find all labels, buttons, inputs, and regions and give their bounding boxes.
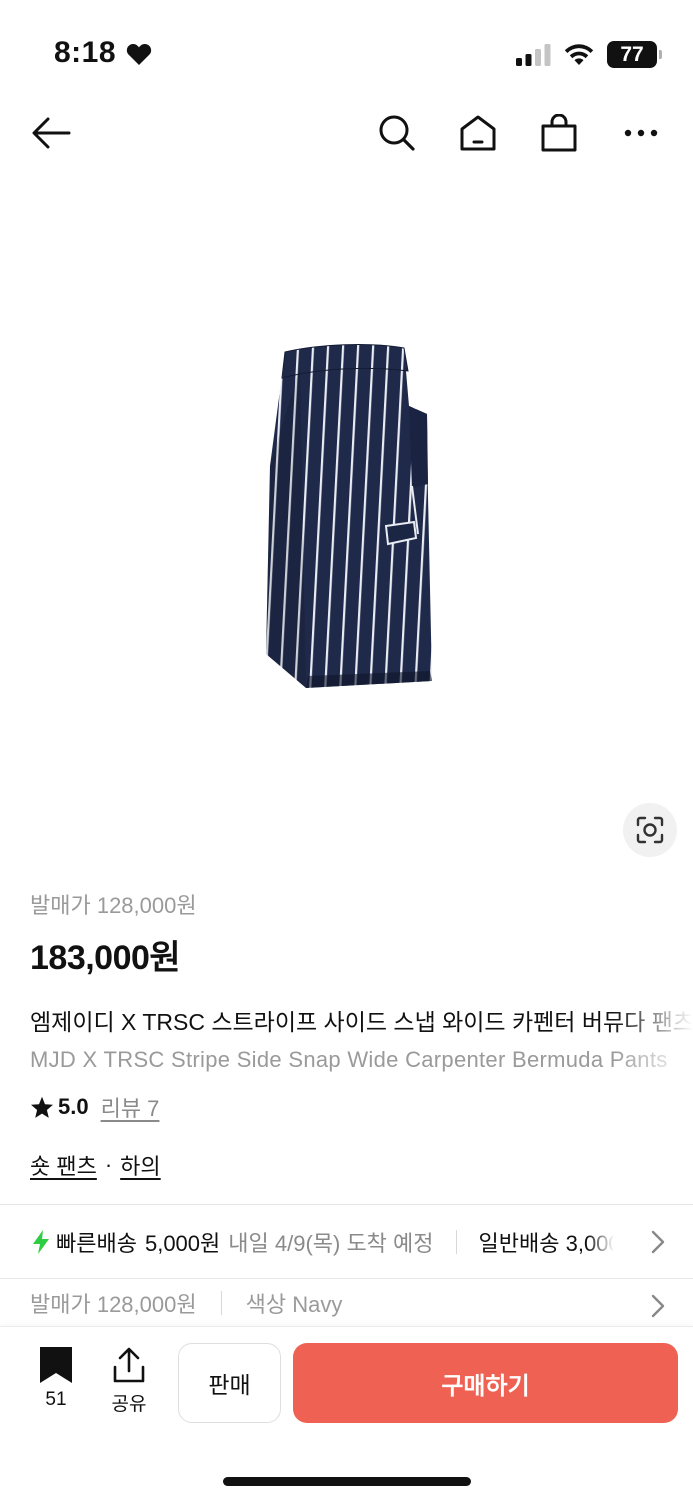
wifi-icon (563, 42, 595, 71)
normal-shipping-label: 일반배송 3,000원 (478, 1231, 614, 1256)
product-image[interactable] (0, 166, 693, 876)
bookmark-button[interactable]: 51 (28, 1347, 84, 1411)
bookmark-count: 51 (45, 1389, 67, 1410)
lightning-icon (32, 1230, 50, 1254)
fast-shipping-eta: 내일 4/9(목) 도착 예정 (228, 1231, 434, 1256)
battery-icon: 77 (607, 41, 662, 68)
product-name-ko: 엠제이디 X TRSC 스트라이프 사이드 스냅 와이드 카펜터 버뮤다 팬츠 (30, 1009, 693, 1035)
sell-button[interactable]: 판매 (178, 1343, 281, 1423)
category-separator: · (104, 1152, 113, 1177)
shipping-separator (455, 1230, 457, 1254)
home-indicator (223, 1477, 471, 1486)
category-breadcrumb: 숏 팬츠 · 하의 (30, 1149, 693, 1181)
rating-row: 5.0 리뷰 7 (30, 1091, 693, 1123)
divider (0, 1204, 693, 1205)
product-info: 발매가 128,000원 183,000원 엠제이디 X TRSC 스트라이프 … (30, 888, 693, 1181)
divider (0, 1278, 693, 1279)
current-price: 183,000원 (30, 939, 181, 977)
status-bar: 8:18 77 (0, 0, 693, 100)
option-color: 색상 Navy (245, 1292, 343, 1317)
search-icon[interactable] (376, 112, 418, 154)
shipping-row[interactable]: 빠른배송 5,000원 내일 4/9(목) 도착 예정 일반배송 3,000원 (0, 1206, 693, 1278)
product-name-en: MJD X TRSC Stripe Side Snap Wide Carpent… (30, 1047, 668, 1072)
bookmark-icon (40, 1347, 72, 1383)
battery-level: 77 (620, 42, 644, 66)
option-release-price: 발매가 128,000원 (30, 1292, 197, 1317)
share-button[interactable]: 공유 (101, 1347, 157, 1416)
status-time: 8:18 (54, 36, 117, 69)
more-icon[interactable] (620, 112, 662, 154)
bottom-action-bar: 51 공유 판매 구매하기 (0, 1326, 693, 1500)
chevron-right-icon (651, 1230, 665, 1260)
cellular-signal-icon (516, 44, 552, 71)
home-icon[interactable] (457, 112, 499, 154)
share-label: 공유 (111, 1394, 147, 1415)
back-arrow-icon[interactable] (30, 112, 72, 154)
product-image-graphic (266, 344, 432, 688)
fast-shipping-price: 5,000원 (144, 1231, 221, 1256)
category-link-bottoms[interactable]: 하의 (120, 1149, 160, 1181)
review-link[interactable]: 리뷰 7 (101, 1091, 160, 1123)
buy-button[interactable]: 구매하기 (293, 1343, 678, 1423)
fast-shipping-label: 빠른배송 (56, 1231, 137, 1256)
option-separator (220, 1291, 222, 1315)
image-search-button[interactable] (623, 803, 677, 857)
rating-score: 5.0 (58, 1094, 89, 1119)
release-price: 발매가 128,000원 (30, 893, 197, 918)
share-icon (113, 1347, 145, 1383)
chevron-right-icon (651, 1294, 665, 1324)
heart-icon (126, 42, 152, 71)
category-link-shorts[interactable]: 숏 팬츠 (30, 1149, 97, 1181)
lens-icon (636, 816, 664, 844)
options-row[interactable]: 발매가 128,000원 색상 Navy (0, 1280, 693, 1326)
shopping-bag-icon[interactable] (538, 112, 580, 154)
star-icon (31, 1096, 53, 1118)
top-nav (0, 100, 693, 166)
